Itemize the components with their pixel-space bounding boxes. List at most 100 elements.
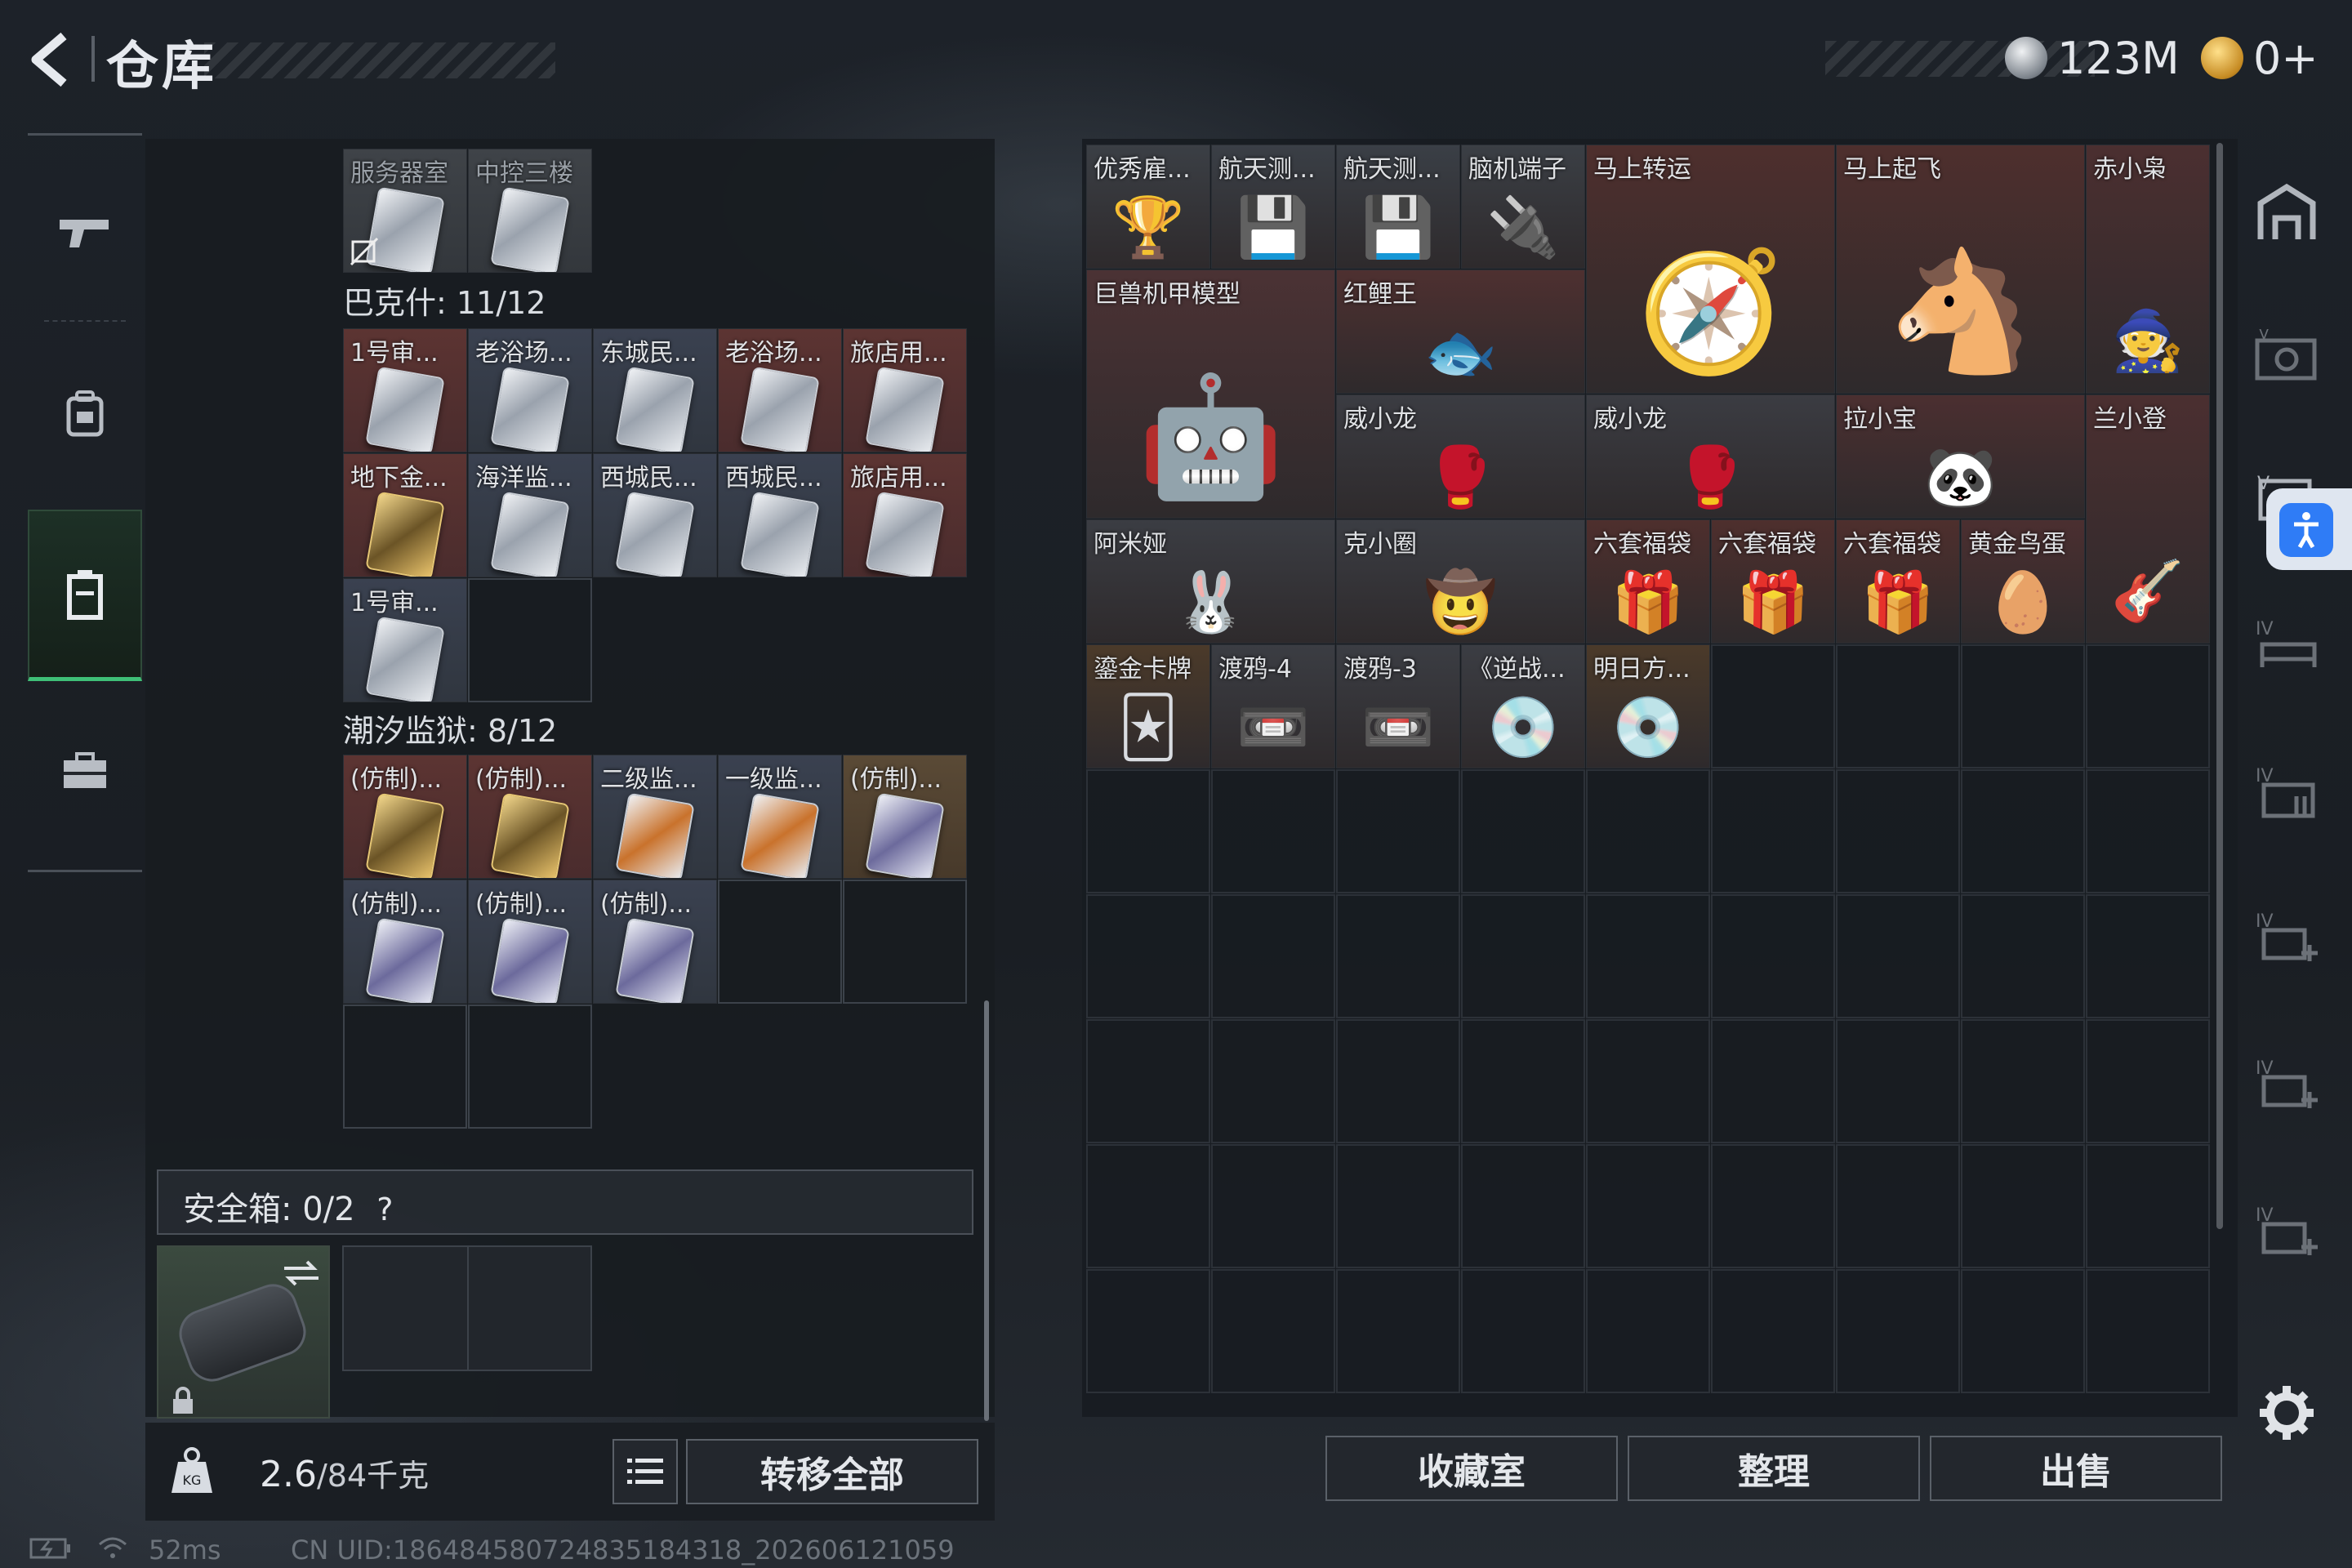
grid-slot[interactable]	[1211, 894, 1335, 1018]
grid-slot[interactable]	[843, 880, 967, 1004]
grid-slot[interactable]	[1336, 1019, 1460, 1143]
item-card[interactable]: 中控三楼	[468, 149, 592, 273]
grid-slot[interactable]	[1836, 1269, 1960, 1393]
item-card[interactable]: 一级监...	[718, 755, 842, 879]
swap-icon[interactable]	[281, 1257, 322, 1290]
grid-slot[interactable]	[1336, 769, 1460, 893]
collectible-item[interactable]: 航天测... 💾	[1211, 145, 1335, 269]
sidebar-level-iv-4[interactable]: IV	[2246, 1036, 2328, 1134]
item-card[interactable]: 东城民...	[593, 328, 717, 452]
collectible-item[interactable]: 六套福袋 🎁	[1836, 519, 1960, 644]
grid-slot[interactable]	[2086, 1019, 2210, 1143]
grid-slot[interactable]	[1836, 1144, 1960, 1268]
item-card[interactable]: (仿制)...	[843, 755, 967, 879]
collectible-item[interactable]: 赤小枭 🧙	[2086, 145, 2210, 394]
safe-box-container[interactable]	[157, 1245, 330, 1419]
item-card[interactable]: 老浴场...	[718, 328, 842, 452]
item-card[interactable]: (仿制)...	[468, 755, 592, 879]
item-card[interactable]: 旅店用...	[843, 453, 967, 577]
grid-slot[interactable]	[1086, 1144, 1210, 1268]
grid-slot[interactable]	[1211, 1019, 1335, 1143]
item-card[interactable]: 西城民...	[718, 453, 842, 577]
collectible-item[interactable]: 拉小宝 🐼	[1836, 394, 2085, 519]
grid-slot[interactable]	[1461, 1019, 1585, 1143]
item-card[interactable]: 海洋监...	[468, 453, 592, 577]
collectible-item[interactable]: 六套福袋 🎁	[1711, 519, 1835, 644]
collectible-item[interactable]: 《逆战... 💿	[1461, 644, 1585, 768]
grid-slot[interactable]	[1961, 1019, 2085, 1143]
grid-slot[interactable]	[1711, 1019, 1835, 1143]
item-card[interactable]: 1号审...	[343, 328, 467, 452]
collectible-item[interactable]: 六套福袋 🎁	[1586, 519, 1710, 644]
collectible-item[interactable]: 红鲤王 🐟	[1336, 270, 1585, 394]
grid-slot[interactable]	[1586, 894, 1710, 1018]
collectible-item[interactable]: 兰小登 🎸	[2086, 394, 2210, 644]
grid-slot[interactable]	[1461, 769, 1585, 893]
grid-slot[interactable]	[1836, 769, 1960, 893]
grid-slot[interactable]	[1586, 1144, 1710, 1268]
grid-slot[interactable]	[1961, 644, 2085, 768]
list-view-button[interactable]	[612, 1439, 678, 1504]
grid-slot[interactable]	[1836, 644, 1960, 768]
grid-slot[interactable]	[2086, 769, 2210, 893]
grid-slot[interactable]	[1961, 894, 2085, 1018]
item-card[interactable]: (仿制)...	[593, 880, 717, 1004]
sidebar-level-iv-1[interactable]: IV	[2246, 596, 2328, 694]
grid-slot[interactable]	[1961, 1144, 2085, 1268]
grid-slot[interactable]	[1711, 644, 1835, 768]
item-card[interactable]: 二级监...	[593, 755, 717, 879]
left-scrollbar[interactable]	[984, 1000, 989, 1421]
safe-box-slots[interactable]	[342, 1245, 592, 1371]
grid-slot[interactable]	[1336, 894, 1460, 1018]
nav-storage[interactable]	[28, 510, 142, 681]
grid-slot[interactable]	[1086, 894, 1210, 1018]
settings-button[interactable]	[2246, 1364, 2328, 1462]
collectible-item[interactable]: 明日方... 💿	[1586, 644, 1710, 768]
collectible-item[interactable]: 航天测... 💾	[1336, 145, 1460, 269]
item-card[interactable]: 地下金...	[343, 453, 467, 577]
collectible-item[interactable]: 威小龙 🥊	[1336, 394, 1585, 519]
grid-slot[interactable]	[343, 1004, 467, 1129]
organize-button[interactable]: 整理	[1628, 1436, 1920, 1501]
item-card[interactable]: 老浴场...	[468, 328, 592, 452]
collectible-item[interactable]: 巨兽机甲模型 🤖	[1086, 270, 1335, 519]
grid-slot[interactable]	[1836, 894, 1960, 1018]
item-card[interactable]: 西城民...	[593, 453, 717, 577]
collectible-item[interactable]: 脑机端子 🔌	[1461, 145, 1585, 269]
sell-button[interactable]: 出售	[1930, 1436, 2222, 1501]
collectible-item[interactable]: 渡鸦-4 📼	[1211, 644, 1335, 768]
grid-slot[interactable]	[2086, 1144, 2210, 1268]
collectible-item[interactable]: 阿米娅 🐰	[1086, 519, 1335, 644]
collectible-item[interactable]: 渡鸦-3 📼	[1336, 644, 1460, 768]
grid-slot[interactable]	[1086, 1269, 1210, 1393]
accessibility-button[interactable]	[2266, 488, 2352, 570]
grid-slot[interactable]	[1836, 1019, 1960, 1143]
grid-slot[interactable]	[1961, 769, 2085, 893]
grid-slot[interactable]	[1461, 1269, 1585, 1393]
grid-slot[interactable]	[1211, 1269, 1335, 1393]
grid-slot[interactable]	[718, 880, 842, 1004]
grid-slot[interactable]	[1961, 1269, 2085, 1393]
grid-slot[interactable]	[1086, 769, 1210, 893]
right-scrollbar[interactable]	[2216, 143, 2223, 1229]
grid-slot[interactable]	[468, 1004, 592, 1129]
grid-slot[interactable]	[1086, 1019, 1210, 1143]
grid-slot[interactable]	[2086, 1269, 2210, 1393]
item-card[interactable]: 旅店用...	[843, 328, 967, 452]
grid-slot[interactable]	[1336, 1144, 1460, 1268]
collectible-item[interactable]: 马上转运 🧭	[1586, 145, 1835, 394]
item-card[interactable]: (仿制)...	[468, 880, 592, 1004]
grid-slot[interactable]	[1711, 769, 1835, 893]
grid-slot[interactable]	[2086, 894, 2210, 1018]
collection-room-button[interactable]: 收藏室	[1325, 1436, 1618, 1501]
grid-slot[interactable]	[2086, 644, 2210, 768]
collectible-item[interactable]: 黄金鸟蛋 🥚	[1961, 519, 2085, 644]
collectible-item[interactable]: 威小龙 🥊	[1586, 394, 1835, 519]
grid-slot[interactable]	[1461, 1144, 1585, 1268]
help-icon[interactable]: ?	[376, 1192, 393, 1227]
collectible-item[interactable]: 优秀雇... 🏆	[1086, 145, 1210, 269]
nav-weapons[interactable]	[28, 167, 142, 297]
grid-slot[interactable]	[1336, 1269, 1460, 1393]
grid-slot[interactable]	[1211, 769, 1335, 893]
sidebar-level-iv-2[interactable]: IV	[2246, 743, 2328, 841]
